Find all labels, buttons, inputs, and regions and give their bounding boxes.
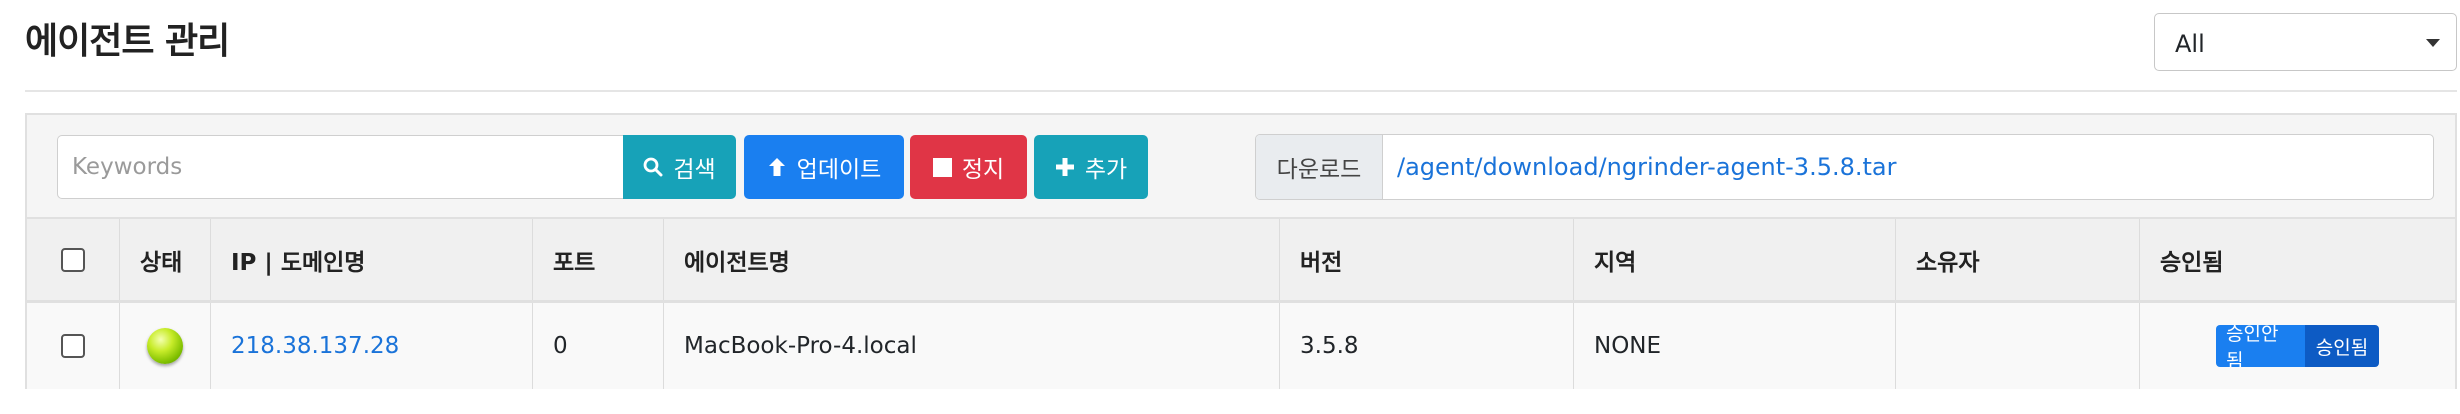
- row-version: 3.5.8: [1279, 303, 1573, 389]
- search-button-label: 검색: [673, 157, 716, 183]
- header-version[interactable]: 버전: [1279, 219, 1573, 300]
- arrow-up-icon: [768, 158, 785, 176]
- caret-down-icon: [2426, 39, 2440, 47]
- toolbar: Keywords 검색 업데이트 정지 추가 다운로드 /agent/downl…: [27, 115, 2455, 217]
- stop-button[interactable]: 정지: [910, 135, 1027, 199]
- header-port[interactable]: 포트: [532, 219, 663, 300]
- agent-ip-link[interactable]: 218.38.137.28: [231, 333, 399, 359]
- agent-management-page: 에이전트 관리 All Keywords 검색 업데이트 정지 추가 다운로드 …: [0, 0, 2460, 414]
- row-ip-cell: 218.38.137.28: [210, 303, 532, 389]
- header-ip[interactable]: IP | 도메인명: [210, 219, 532, 300]
- plus-icon: [1055, 158, 1074, 176]
- row-owner: [1895, 303, 2139, 389]
- search-input[interactable]: Keywords: [57, 135, 625, 199]
- row-approval-cell: 승인안됨 승인됨: [2139, 303, 2455, 389]
- header-approved[interactable]: 승인됨: [2139, 219, 2455, 300]
- table-header: 상태 IP | 도메인명 포트 에이전트명 버전 지역 소유자 승인됨: [27, 217, 2455, 303]
- header-region[interactable]: 지역: [1573, 219, 1895, 300]
- header-select-all-cell: [27, 219, 119, 300]
- update-button[interactable]: 업데이트: [744, 135, 904, 199]
- region-filter-select[interactable]: All: [2154, 13, 2457, 71]
- row-port: 0: [532, 303, 663, 389]
- page-title: 에이전트 관리: [25, 21, 230, 62]
- update-button-label: 업데이트: [796, 157, 882, 183]
- download-label: 다운로드: [1256, 135, 1383, 199]
- status-ready-icon: [147, 328, 183, 364]
- add-button-label: 추가: [1084, 157, 1128, 183]
- search-button[interactable]: 검색: [623, 135, 736, 199]
- stop-icon: [932, 157, 952, 177]
- select-all-checkbox[interactable]: [61, 247, 85, 272]
- table-row: 218.38.137.28 0 MacBook-Pro-4.local 3.5.…: [27, 303, 2455, 389]
- header-status[interactable]: 상태: [119, 219, 210, 300]
- disapprove-button[interactable]: 승인안됨: [2216, 325, 2305, 367]
- region-filter-value: All: [2175, 30, 2205, 58]
- approval-toggle: 승인안됨 승인됨: [2216, 325, 2379, 367]
- header-agent-name[interactable]: 에이전트명: [663, 219, 1279, 300]
- row-region: NONE: [1573, 303, 1895, 389]
- stop-button-label: 정지: [961, 157, 1005, 183]
- search-icon: [643, 157, 663, 177]
- row-select-cell: [27, 303, 119, 389]
- row-agent-name: MacBook-Pro-4.local: [663, 303, 1279, 389]
- download-link[interactable]: /agent/download/ngrinder-agent-3.5.8.tar: [1397, 153, 1897, 181]
- row-status-cell: [119, 303, 210, 389]
- download-group: 다운로드 /agent/download/ngrinder-agent-3.5.…: [1255, 134, 2434, 200]
- title-divider: [25, 90, 2457, 92]
- add-button[interactable]: 추가: [1034, 135, 1148, 199]
- row-checkbox[interactable]: [61, 334, 85, 358]
- approve-button[interactable]: 승인됨: [2305, 325, 2379, 367]
- agent-panel: Keywords 검색 업데이트 정지 추가 다운로드 /agent/downl…: [25, 113, 2457, 389]
- header-owner[interactable]: 소유자: [1895, 219, 2139, 300]
